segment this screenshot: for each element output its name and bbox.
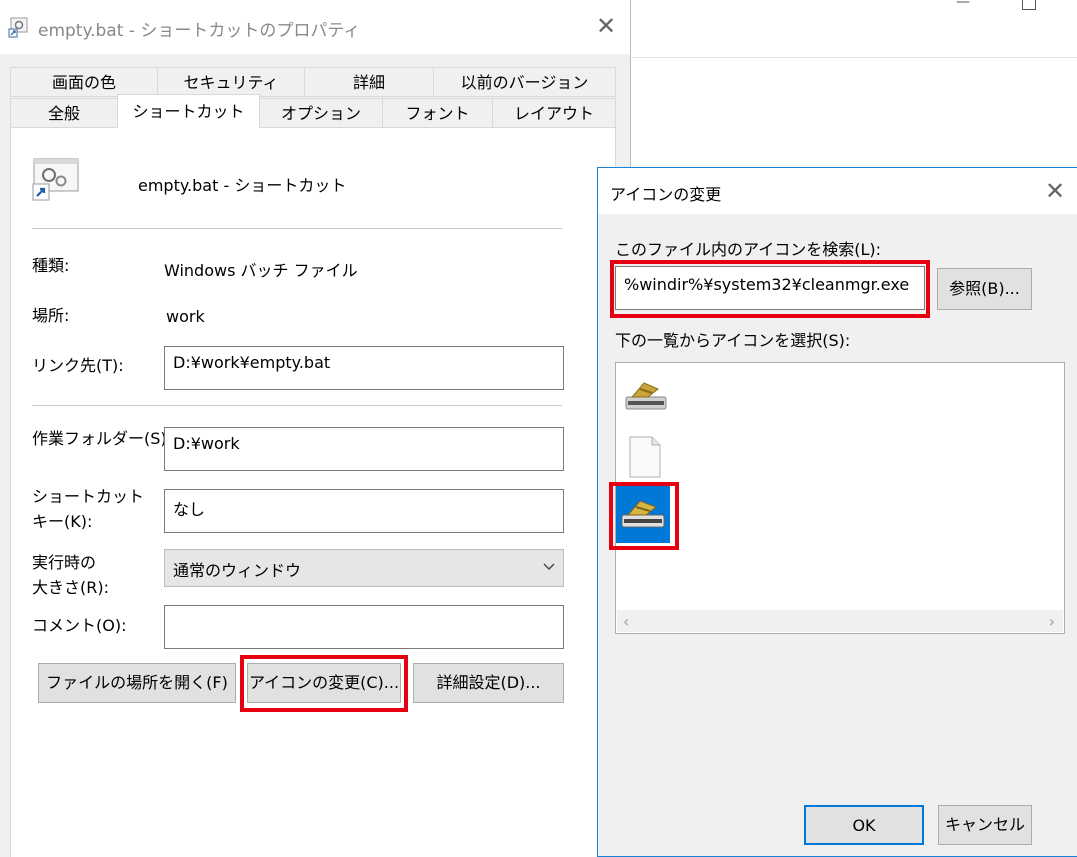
change-icon-button[interactable]: アイコンの変更(C)...: [247, 663, 401, 703]
hotkey-label: キー(K):: [32, 512, 93, 531]
run-size-select[interactable]: 通常のウィンドウ: [164, 549, 564, 587]
shortcut-name: empty.bat - ショートカット: [138, 176, 347, 195]
shortcut-properties-dialog: empty.bat - ショートカットのプロパティ ✕ 画面の色 セキュリティ …: [0, 0, 631, 857]
tab-layout[interactable]: レイアウト: [492, 98, 616, 128]
change-icon-title: アイコンの変更: [610, 185, 722, 204]
properties-title: empty.bat - ショートカットのプロパティ: [38, 21, 361, 41]
comment-input[interactable]: [164, 605, 564, 649]
divider: [32, 228, 562, 229]
hotkey-label: ショートカット: [32, 487, 145, 506]
cancel-button[interactable]: キャンセル: [938, 805, 1032, 845]
target-label: リンク先(T):: [32, 356, 124, 375]
run-size-value: 通常のウィンドウ: [173, 561, 302, 580]
change-icon-dialog: アイコンの変更 ✕ このファイル内のアイコンを検索(L): %windir%¥s…: [597, 167, 1077, 857]
browse-button[interactable]: 参照(B)...: [937, 268, 1032, 310]
cleanmgr-drive-icon: [625, 382, 667, 410]
change-icon-titlebar: アイコンの変更 ✕: [598, 168, 1077, 214]
icon-file-input[interactable]: %windir%¥system32¥cleanmgr.exe: [615, 266, 925, 310]
properties-titlebar: empty.bat - ショートカットのプロパティ ✕: [0, 0, 630, 54]
type-label: 種類:: [32, 256, 70, 275]
divider: [32, 405, 562, 406]
icon-list-label: 下の一覧からアイコンを選択(S):: [615, 331, 851, 350]
tab-font[interactable]: フォント: [382, 98, 493, 128]
icon-option-selected[interactable]: [616, 485, 670, 543]
run-size-label: 実行時の: [32, 553, 97, 572]
tab-options[interactable]: オプション: [259, 98, 383, 128]
icon-option[interactable]: [618, 367, 672, 425]
tab-general[interactable]: 全般: [10, 98, 118, 128]
icon-option[interactable]: [618, 427, 672, 485]
maximize-icon[interactable]: [1022, 0, 1036, 10]
background-window: —: [630, 0, 1077, 58]
shortcut-file-icon: [8, 17, 28, 38]
batch-file-shortcut-icon: [32, 158, 79, 201]
horizontal-scrollbar[interactable]: ‹ ›: [617, 610, 1063, 632]
open-file-location-button[interactable]: ファイルの場所を開く(F): [38, 663, 236, 703]
minimize-icon[interactable]: —: [956, 0, 970, 10]
location-value: work: [166, 307, 205, 326]
close-icon[interactable]: ✕: [1045, 179, 1065, 203]
hotkey-input[interactable]: なし: [164, 489, 564, 533]
chevron-left-icon[interactable]: ‹: [623, 612, 629, 631]
search-file-label: このファイル内のアイコンを検索(L):: [615, 240, 881, 259]
advanced-button[interactable]: 詳細設定(D)...: [413, 663, 564, 703]
comment-label: コメント(O):: [32, 616, 127, 635]
tab-previous-versions[interactable]: 以前のバージョン: [433, 67, 616, 97]
workdir-label: 作業フォルダー(S):: [32, 429, 173, 448]
type-value: Windows バッチ ファイル: [164, 261, 358, 280]
tab-details[interactable]: 詳細: [304, 67, 434, 97]
location-label: 場所:: [32, 306, 70, 325]
cleanmgr-drive-selected-icon: [621, 500, 665, 528]
run-size-label: 大きさ(R):: [32, 578, 109, 597]
workdir-input[interactable]: D:¥work: [164, 427, 564, 471]
tab-security[interactable]: セキュリティ: [157, 67, 305, 97]
tab-screen-colors[interactable]: 画面の色: [10, 67, 158, 97]
chevron-right-icon[interactable]: ›: [1049, 612, 1055, 631]
chevron-down-icon: [543, 563, 555, 570]
icon-list[interactable]: ‹ ›: [615, 362, 1065, 634]
close-icon[interactable]: ✕: [596, 14, 616, 38]
tab-shortcut[interactable]: ショートカット: [117, 94, 260, 128]
blank-document-icon: [629, 436, 661, 478]
target-input[interactable]: D:¥work¥empty.bat: [164, 346, 564, 390]
ok-button[interactable]: OK: [804, 805, 924, 845]
